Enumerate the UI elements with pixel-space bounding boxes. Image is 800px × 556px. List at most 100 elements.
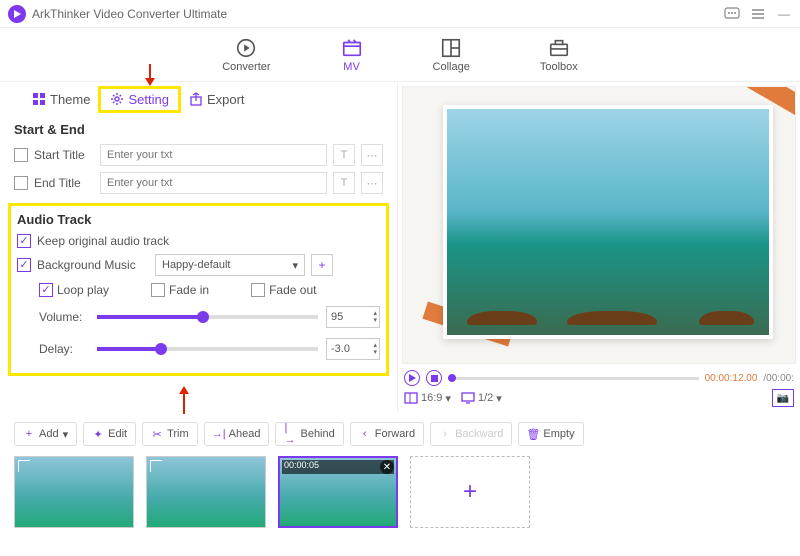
- minimize-icon[interactable]: —: [776, 6, 792, 22]
- scale-select[interactable]: 1/2 ▾: [461, 392, 502, 405]
- trash-icon: 🗑: [527, 428, 539, 441]
- add-button[interactable]: + Add ▾: [14, 422, 77, 446]
- preview-controls: 00:00:12.00/00:00: 16:9 ▾ 1/2 ▾ 📷: [398, 368, 800, 410]
- progress-bar[interactable]: [448, 377, 699, 380]
- end-title-text-style[interactable]: T: [333, 172, 355, 194]
- end-title-label: End Title: [34, 176, 94, 190]
- preview-panel: 00:00:12.00/00:00: 16:9 ▾ 1/2 ▾ 📷: [398, 82, 800, 412]
- start-title-checkbox[interactable]: [14, 148, 28, 162]
- chevron-down-icon: ▾: [496, 392, 502, 405]
- plus-icon: +: [23, 428, 35, 440]
- ahead-icon: →|: [213, 428, 225, 440]
- fade-out-checkbox[interactable]: [251, 283, 265, 297]
- left-tabs: Theme Setting Export: [0, 82, 397, 116]
- top-nav: Converter MV Collage Toolbox: [0, 28, 800, 82]
- clip-thumb[interactable]: [146, 456, 266, 528]
- preview-frame: [443, 105, 773, 339]
- chevron-down-icon: ▾: [292, 259, 298, 272]
- end-title-checkbox[interactable]: [14, 176, 28, 190]
- section-start-end: Start & End: [0, 116, 397, 141]
- volume-label: Volume:: [39, 310, 89, 324]
- left-panel: Theme Setting Export Start & End Start T…: [0, 82, 398, 412]
- delay-slider[interactable]: [97, 347, 318, 351]
- backward-button: › Backward: [430, 422, 512, 446]
- tab-export[interactable]: Export: [179, 88, 255, 111]
- fade-in-label: Fade in: [169, 283, 209, 297]
- app-title: ArkThinker Video Converter Ultimate: [32, 7, 724, 21]
- fwd-icon: ›: [439, 428, 451, 440]
- annotation-arrow: [176, 386, 192, 414]
- ahead-button[interactable]: →| Ahead: [204, 422, 270, 446]
- behind-button[interactable]: |→Behind: [275, 422, 343, 446]
- app-logo: [8, 5, 26, 23]
- delay-label: Delay:: [39, 342, 89, 356]
- volume-slider[interactable]: [97, 315, 318, 319]
- nav-converter[interactable]: Converter: [222, 37, 270, 73]
- titlebar: ArkThinker Video Converter Ultimate —: [0, 0, 800, 28]
- empty-button[interactable]: 🗑Empty: [518, 422, 583, 446]
- feedback-icon[interactable]: [724, 6, 740, 22]
- tab-setting[interactable]: Setting: [100, 88, 178, 111]
- star-icon: ✦: [92, 428, 104, 441]
- trim-button[interactable]: ✂ Trim: [142, 422, 198, 446]
- back-icon: ‹: [359, 428, 371, 440]
- remove-clip-button[interactable]: ✕: [380, 460, 394, 474]
- forward-button[interactable]: ‹ Forward: [350, 422, 424, 446]
- play-button[interactable]: [404, 370, 420, 386]
- aspect-icon: [404, 392, 418, 404]
- delay-input[interactable]: -3.0 ▴▾: [326, 338, 380, 360]
- ratio-value: 16:9: [421, 392, 442, 404]
- start-title-options[interactable]: ⋯: [361, 144, 383, 166]
- bg-music-value: Happy-default: [162, 259, 231, 271]
- time-current: 00:00:12.00: [705, 373, 758, 384]
- fade-out-label: Fade out: [269, 283, 316, 297]
- nav-mv[interactable]: MV: [341, 37, 363, 73]
- btn-label: Edit: [108, 428, 127, 440]
- clip-toolbar: + Add ▾ ✦ Edit ✂ Trim →| Ahead |→Behind ‹ Forw…: [0, 418, 800, 450]
- tab-theme[interactable]: Theme: [22, 88, 100, 111]
- aspect-ratio-select[interactable]: 16:9 ▾: [404, 392, 451, 405]
- bg-music-add-button[interactable]: +: [311, 254, 333, 276]
- start-title-text-style[interactable]: T: [333, 144, 355, 166]
- btn-label: Add: [39, 428, 59, 440]
- nav-label: MV: [343, 61, 360, 73]
- stepper-arrows-icon[interactable]: ▴▾: [373, 310, 377, 324]
- nav-toolbox[interactable]: Toolbox: [540, 37, 578, 73]
- add-clip-button[interactable]: +: [410, 456, 530, 528]
- clip-thumb-selected[interactable]: ✕: [278, 456, 398, 528]
- scissors-icon: ✂: [151, 428, 163, 441]
- btn-label: Trim: [167, 428, 189, 440]
- end-title-options[interactable]: ⋯: [361, 172, 383, 194]
- keep-original-label: Keep original audio track: [37, 234, 169, 248]
- chevron-down-icon: ▾: [445, 392, 451, 405]
- bg-music-checkbox[interactable]: [17, 258, 31, 272]
- btn-label: Ahead: [229, 428, 261, 440]
- start-title-input[interactable]: [100, 144, 327, 166]
- fade-in-checkbox[interactable]: [151, 283, 165, 297]
- btn-label: Behind: [300, 428, 334, 440]
- volume-input[interactable]: 95 ▴▾: [326, 306, 380, 328]
- start-title-label: Start Title: [34, 148, 94, 162]
- snapshot-button[interactable]: 📷: [772, 389, 794, 407]
- end-title-input[interactable]: [100, 172, 327, 194]
- monitor-icon: [461, 392, 475, 404]
- chevron-down-icon: ▾: [63, 428, 69, 441]
- bg-music-label: Background Music: [37, 258, 149, 272]
- tab-label: Theme: [50, 92, 90, 107]
- menu-icon[interactable]: [750, 6, 766, 22]
- btn-label: Forward: [375, 428, 415, 440]
- loop-play-checkbox[interactable]: [39, 283, 53, 297]
- keep-original-checkbox[interactable]: [17, 234, 31, 248]
- edit-button[interactable]: ✦ Edit: [83, 422, 136, 446]
- stop-button[interactable]: [426, 370, 442, 386]
- nav-label: Collage: [433, 61, 470, 73]
- stepper-arrows-icon[interactable]: ▴▾: [373, 342, 377, 356]
- clip-thumb[interactable]: [14, 456, 134, 528]
- clip-thumbnails: ✕ +: [0, 450, 800, 534]
- nav-label: Toolbox: [540, 61, 578, 73]
- section-audio-track: Audio Track: [17, 210, 380, 231]
- btn-label: Backward: [455, 428, 503, 440]
- nav-collage[interactable]: Collage: [433, 37, 470, 73]
- bg-music-select[interactable]: Happy-default ▾: [155, 254, 305, 276]
- loop-label: Loop play: [57, 283, 109, 297]
